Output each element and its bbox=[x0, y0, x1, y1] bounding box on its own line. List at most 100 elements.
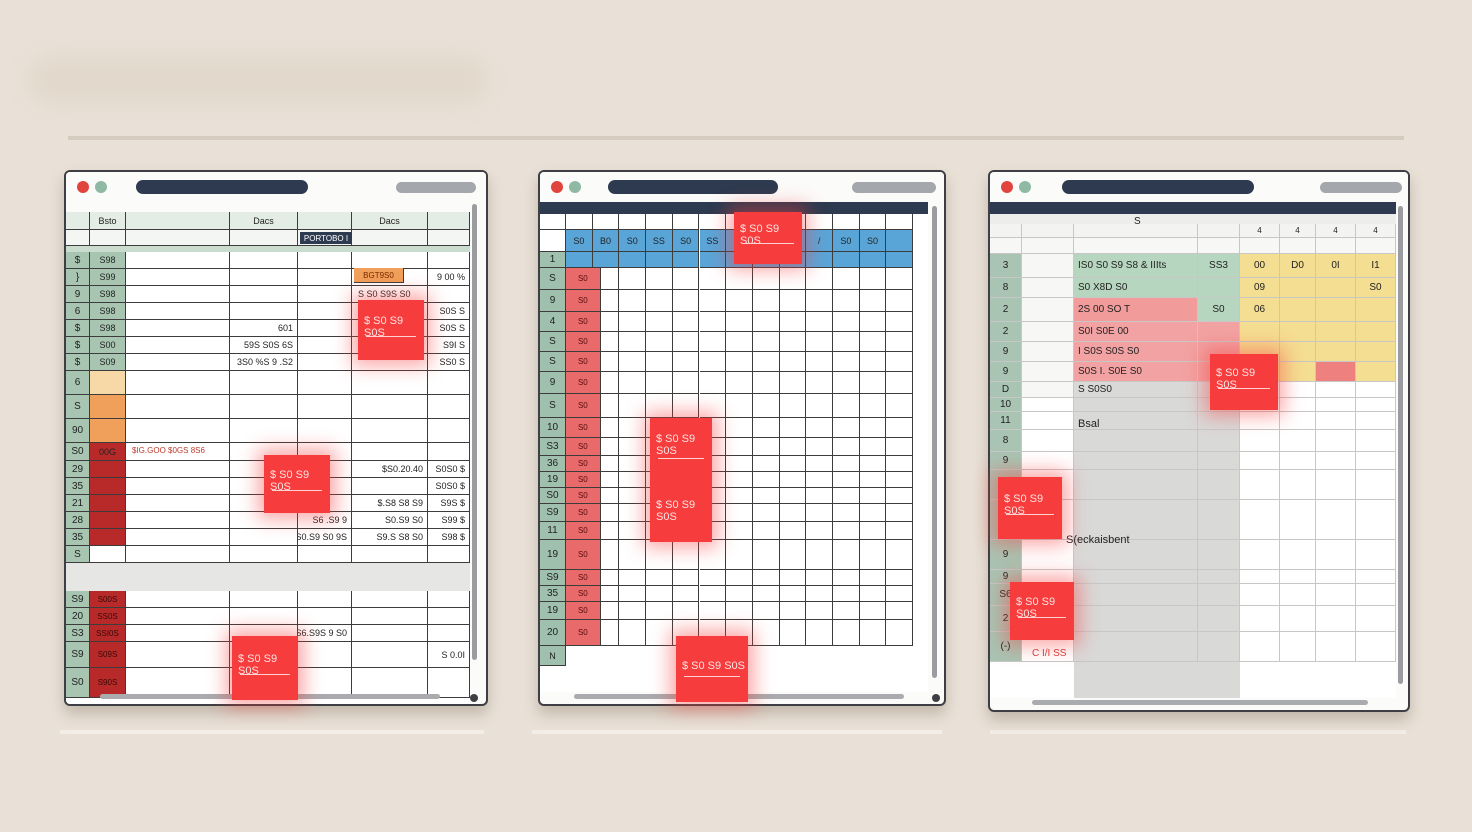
data-cell[interactable] bbox=[752, 438, 780, 456]
column-header[interactable]: S0 bbox=[566, 230, 593, 252]
row-code[interactable]: S0 bbox=[566, 456, 601, 472]
data-cell[interactable] bbox=[600, 394, 620, 418]
maximize-icon[interactable] bbox=[95, 181, 107, 193]
data-cell[interactable] bbox=[726, 290, 753, 312]
data-cell[interactable] bbox=[1280, 606, 1316, 632]
row-number[interactable]: S0 bbox=[66, 443, 90, 461]
data-cell[interactable]: S9I S bbox=[428, 337, 470, 354]
data-cell[interactable] bbox=[230, 529, 298, 546]
alert-flag[interactable]: $ S0 S9 S0S bbox=[1010, 582, 1074, 640]
data-cell[interactable] bbox=[833, 372, 860, 394]
data-cell[interactable] bbox=[833, 540, 860, 570]
data-cell[interactable] bbox=[1198, 322, 1240, 342]
data-cell[interactable] bbox=[1356, 500, 1396, 540]
row-code[interactable]: S0 bbox=[566, 488, 601, 504]
data-cell[interactable] bbox=[1316, 570, 1356, 584]
data-cell[interactable] bbox=[859, 352, 887, 372]
data-cell[interactable] bbox=[833, 332, 860, 352]
data-cell[interactable] bbox=[833, 472, 860, 488]
data-cell[interactable] bbox=[1074, 398, 1198, 412]
data-cell[interactable] bbox=[1074, 430, 1198, 452]
row-code[interactable]: S98 bbox=[90, 286, 126, 303]
row-number[interactable]: 1 bbox=[540, 252, 566, 268]
data-cell[interactable] bbox=[1316, 606, 1356, 632]
data-cell[interactable]: SS0 S bbox=[428, 354, 470, 371]
data-cell[interactable] bbox=[1022, 412, 1074, 430]
data-cell[interactable] bbox=[779, 504, 807, 522]
row-code[interactable] bbox=[90, 419, 126, 443]
data-cell[interactable]: 9 00 % bbox=[428, 269, 470, 286]
row-number[interactable]: S bbox=[540, 268, 566, 290]
data-cell[interactable] bbox=[779, 540, 807, 570]
column-header[interactable]: S0 bbox=[833, 230, 860, 252]
data-cell[interactable] bbox=[672, 332, 700, 352]
data-cell[interactable] bbox=[126, 461, 230, 478]
row-number[interactable]: $ bbox=[66, 252, 90, 269]
data-cell[interactable] bbox=[646, 620, 673, 646]
row-number[interactable]: 2 bbox=[990, 298, 1022, 322]
data-cell[interactable] bbox=[298, 591, 352, 608]
data-cell[interactable]: S0.S9 S0 9S bbox=[298, 529, 352, 546]
data-cell[interactable]: S6.S9S 9 S0 bbox=[298, 625, 352, 642]
row-number[interactable]: 20 bbox=[540, 620, 566, 646]
data-cell[interactable] bbox=[646, 540, 673, 570]
data-cell[interactable] bbox=[859, 456, 887, 472]
data-cell[interactable] bbox=[1316, 500, 1356, 540]
row-number[interactable]: 9 bbox=[990, 540, 1022, 570]
data-cell[interactable] bbox=[886, 504, 914, 522]
row-number[interactable]: S bbox=[540, 352, 566, 372]
data-cell[interactable]: S0.S9 S0 bbox=[352, 512, 428, 529]
row-code[interactable]: S0 bbox=[566, 290, 601, 312]
data-cell[interactable] bbox=[126, 395, 230, 419]
row-number[interactable]: 29 bbox=[66, 461, 90, 478]
column-header[interactable]: B0 bbox=[592, 230, 620, 252]
data-cell[interactable] bbox=[672, 586, 700, 602]
data-cell[interactable] bbox=[428, 419, 470, 443]
data-cell[interactable] bbox=[1198, 632, 1240, 662]
data-cell[interactable] bbox=[1240, 606, 1280, 632]
data-cell[interactable] bbox=[886, 602, 914, 620]
column-header[interactable] bbox=[1074, 224, 1198, 238]
data-cell[interactable] bbox=[752, 602, 780, 620]
data-cell[interactable] bbox=[779, 268, 807, 290]
data-cell[interactable] bbox=[1356, 382, 1396, 398]
data-cell[interactable] bbox=[1356, 540, 1396, 570]
data-cell[interactable] bbox=[859, 472, 887, 488]
data-cell[interactable] bbox=[619, 332, 647, 352]
alert-flag[interactable]: $ S0 S9 S0S bbox=[232, 636, 298, 700]
data-cell[interactable] bbox=[230, 269, 298, 286]
data-cell[interactable] bbox=[1240, 584, 1280, 606]
data-cell[interactable] bbox=[806, 372, 833, 394]
data-cell[interactable] bbox=[1198, 470, 1240, 500]
data-cell[interactable] bbox=[726, 504, 753, 522]
data-cell[interactable] bbox=[779, 456, 807, 472]
data-cell[interactable]: 0I bbox=[1316, 254, 1356, 278]
data-cell[interactable] bbox=[752, 586, 780, 602]
data-cell[interactable] bbox=[619, 586, 647, 602]
row-number[interactable]: 9 bbox=[990, 452, 1022, 470]
data-cell[interactable]: S6 .S9 9 bbox=[298, 512, 352, 529]
data-cell[interactable] bbox=[1198, 452, 1240, 470]
data-cell[interactable] bbox=[428, 395, 470, 419]
data-cell[interactable] bbox=[646, 268, 673, 290]
data-cell[interactable] bbox=[886, 268, 914, 290]
data-cell[interactable] bbox=[352, 443, 428, 461]
data-cell[interactable] bbox=[230, 371, 298, 395]
column-header[interactable] bbox=[833, 214, 860, 230]
data-cell[interactable] bbox=[1316, 298, 1356, 322]
data-cell[interactable] bbox=[779, 522, 807, 540]
data-cell[interactable] bbox=[600, 312, 620, 332]
data-cell[interactable] bbox=[1316, 382, 1356, 398]
column-header[interactable] bbox=[66, 230, 90, 246]
data-cell[interactable] bbox=[672, 312, 700, 332]
data-cell[interactable] bbox=[1356, 570, 1396, 584]
data-cell[interactable] bbox=[859, 418, 887, 438]
header-band-cell[interactable] bbox=[592, 252, 620, 268]
header-band-cell[interactable] bbox=[699, 252, 727, 268]
data-cell[interactable] bbox=[752, 472, 780, 488]
data-cell[interactable] bbox=[806, 602, 833, 620]
corner-cell[interactable] bbox=[540, 230, 566, 252]
data-cell[interactable] bbox=[619, 540, 647, 570]
data-cell[interactable] bbox=[1316, 342, 1356, 362]
row-code[interactable]: S0 bbox=[566, 372, 601, 394]
